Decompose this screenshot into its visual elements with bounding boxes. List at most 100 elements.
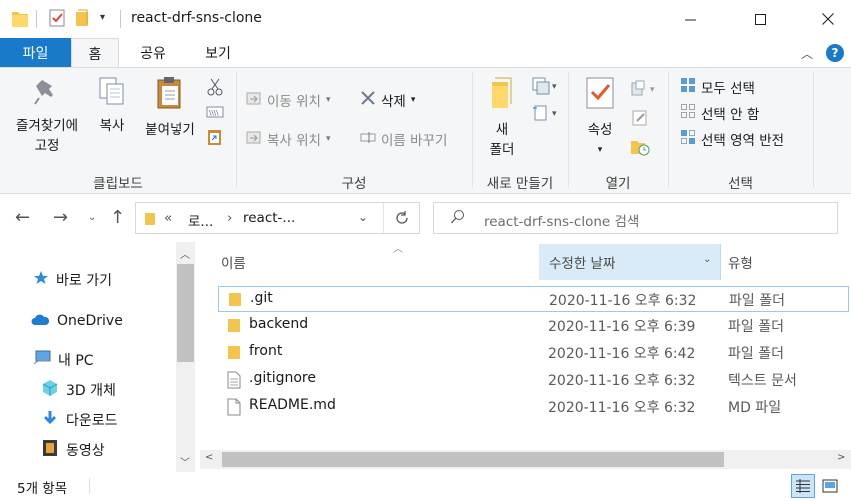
properties-quick-icon[interactable] [49,9,65,27]
minimize-button[interactable] [667,0,713,38]
open-icon[interactable]: ▾ [630,80,658,102]
ribbon-collapse-icon[interactable]: ︿ [801,45,813,62]
paste-button[interactable]: 붙여넣기 [138,76,202,140]
chevron-down-icon[interactable]: ⌄ [358,210,368,224]
scrollbar-thumb[interactable] [222,452,724,467]
cut-icon[interactable] [206,78,224,100]
star-icon [33,270,49,290]
file-type: 파일 폴더 [729,293,785,309]
tab-share[interactable]: 공유 [125,38,181,67]
copy-path-icon[interactable]: \\\\ [206,105,224,123]
move-to-button[interactable]: 이동 위치 ▾ [246,89,331,111]
scroll-left-icon[interactable]: < [205,452,213,463]
new-folder-icon [480,76,524,116]
paste-shortcut-icon[interactable] [207,128,223,150]
refresh-button[interactable] [383,203,420,233]
group-label-select: 선택 [728,176,753,192]
help-icon[interactable]: ? [826,44,844,62]
column-header-name[interactable]: ︿ 이름 [221,244,536,280]
select-none-button[interactable]: 선택 안 함 [680,102,759,124]
chevron-down-icon[interactable]: ⌄ [703,254,711,265]
rename-button[interactable]: 이름 바꾸기 [360,128,447,150]
recent-locations-chevron-icon[interactable]: ⌄ [88,212,96,223]
copy-button[interactable]: 복사 [94,76,130,136]
paste-label: 붙여넣기 [145,122,195,138]
invert-selection-button[interactable]: 선택 영역 반전 [680,128,784,150]
delete-label: 삭제 [381,94,406,110]
nav-item-label: 3D 개체 [66,383,116,399]
address-bar[interactable]: « 로... › react-... ⌄ [135,202,420,234]
new-folder-button[interactable]: 새 폴더 [480,76,524,160]
maximize-button[interactable] [737,0,783,38]
scroll-right-icon[interactable]: > [837,452,845,463]
file-name: README.md [249,397,336,413]
chevron-down-icon: ▾ [325,95,331,105]
file-row[interactable]: README.md 2020-11-16 오후 6:32 MD 파일 [218,394,849,420]
nav-item-downloads[interactable]: 다운로드 [41,409,118,431]
invert-selection-icon [680,129,696,149]
copy-to-button[interactable]: 복사 위치 ▾ [246,128,331,150]
breadcrumb-item[interactable]: react-... [243,210,295,226]
file-row[interactable]: backend 2020-11-16 오후 6:39 파일 폴더 [218,313,849,339]
column-header-date[interactable]: 수정한 날짜 [539,244,721,280]
column-header-type[interactable]: 유형 [728,244,848,280]
invert-selection-label: 선택 영역 반전 [701,133,785,149]
file-date: 2020-11-16 오후 6:32 [549,293,697,309]
nav-item-videos[interactable]: 동영상 [41,439,105,461]
chevron-down-icon: ▾ [597,145,603,155]
column-label: 유형 [728,256,753,272]
nav-item-this-pc[interactable]: 내 PC [33,349,94,371]
tab-file[interactable]: 파일 [0,38,71,67]
svg-text:▾: ▾ [552,109,557,119]
search-input[interactable]: react-drf-sns-clone 검색 [484,210,639,230]
file-date: 2020-11-16 오후 6:42 [548,346,696,362]
breadcrumb-overflow[interactable]: « [164,210,172,226]
edit-icon[interactable] [631,109,649,131]
properties-icon [578,76,622,116]
close-button[interactable] [805,0,851,38]
tab-home[interactable]: 홈 [71,38,119,68]
window-title: react-drf-sns-clone [131,10,262,26]
scroll-down-icon[interactable]: ﹀ [180,454,190,469]
pin-to-quick-access-button[interactable]: 즐겨찾기에 고정 [6,76,88,156]
column-label: 이름 [221,256,246,272]
new-item-icon[interactable]: ▾ [532,77,560,99]
scrollbar-thumb[interactable] [177,264,194,362]
nav-item-label: 동영상 [66,443,105,459]
tab-view[interactable]: 보기 [188,38,248,67]
breadcrumb-item[interactable]: 로... [188,210,213,230]
search-box[interactable]: react-drf-sns-clone 검색 [433,202,838,234]
group-separator [568,72,569,188]
file-row[interactable]: .gitignore 2020-11-16 오후 6:32 텍스트 문서 [218,367,849,393]
folder-icon [227,344,241,364]
details-view-button[interactable] [791,474,815,498]
nav-item-quick-access[interactable]: 바로 가기 [33,269,112,291]
easy-access-icon[interactable]: ▾ [532,104,560,126]
file-list-horizontal-scrollbar[interactable]: < > [200,450,851,469]
history-icon[interactable] [630,138,650,160]
new-folder-quick-icon[interactable] [75,9,89,27]
nav-pane-scrollbar[interactable]: ︿ ﹀ [176,242,195,472]
properties-button[interactable]: 속성 ▾ [578,76,622,160]
nav-item-3d-objects[interactable]: 3D 개체 [41,379,116,401]
back-arrow-icon[interactable]: ← [15,207,30,228]
breadcrumb-separator-icon[interactable]: › [227,210,232,226]
scroll-up-icon[interactable]: ︿ [180,246,190,261]
large-icons-view-button[interactable] [818,474,842,498]
forward-arrow-icon[interactable]: → [53,207,68,228]
svg-text:▾: ▾ [552,82,557,92]
select-all-button[interactable]: 모두 선택 [680,76,755,98]
customize-toolbar-icon[interactable]: ▾ [100,12,105,23]
delete-button[interactable]: 삭제 ▾ [360,89,415,111]
nav-item-onedrive[interactable]: OneDrive [31,310,123,332]
search-icon [450,209,466,229]
file-type: 파일 폴더 [728,346,784,362]
up-arrow-icon[interactable]: ↑ [110,207,125,228]
computer-icon [33,350,51,370]
copy-to-icon [246,129,262,149]
film-icon [41,439,59,461]
title-separator [36,10,37,28]
file-row[interactable]: .git 2020-11-16 오후 6:32 파일 폴더 [218,286,849,312]
file-date: 2020-11-16 오후 6:32 [548,373,696,389]
file-row[interactable]: front 2020-11-16 오후 6:42 파일 폴더 [218,340,849,366]
